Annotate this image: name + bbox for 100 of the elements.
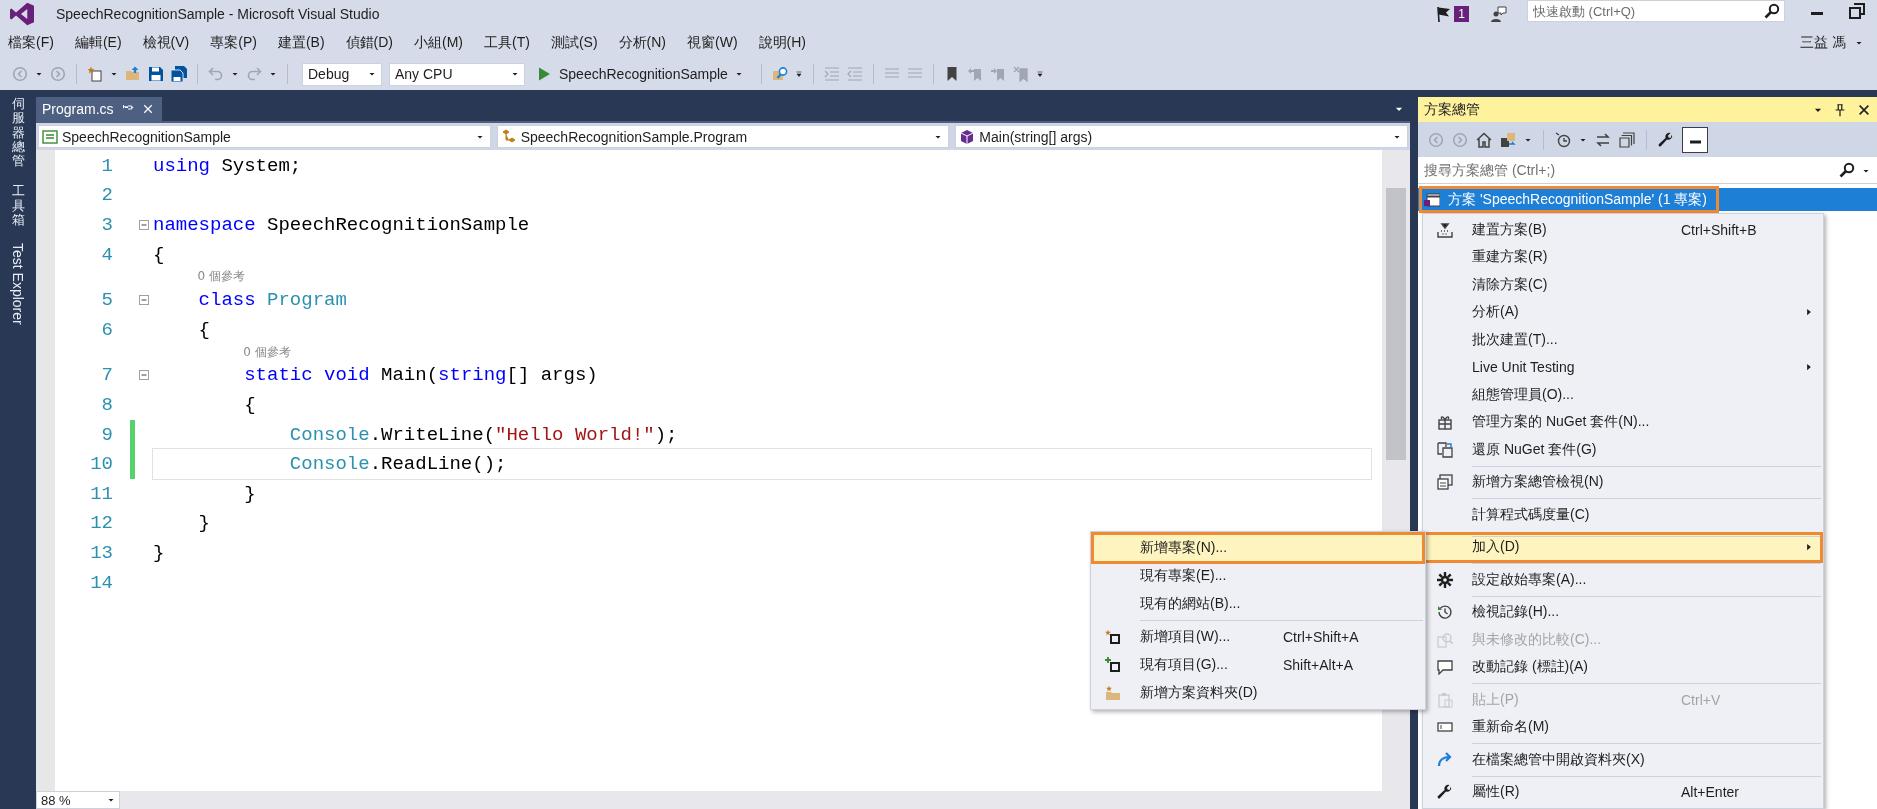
pin-icon[interactable] [1833,102,1847,117]
quick-launch-field[interactable]: 快速啟動 (Ctrl+Q) [1527,0,1785,22]
menu-item[interactable]: Live Unit Testing [1425,353,1821,381]
menu-item[interactable]: 新增方案資料夾(D) [1093,679,1423,707]
menu-item[interactable]: 清除方案(C) [1425,271,1821,299]
menu-item[interactable]: 批次建置(T)... [1425,326,1821,354]
code-line: Console.WriteLine("Hello World!"); [288,422,679,448]
solution-icon [1424,191,1440,208]
swap-arrows-icon[interactable] [1595,131,1611,148]
clock-icon[interactable] [1555,131,1571,148]
caret-icon [734,70,743,78]
user-account-name[interactable]: 三益 馮 [1800,34,1846,52]
line-number: 8 [101,393,113,416]
tree-item[interactable]: 方案 'SpeechRecognitionSample' (1 專案) [1418,188,1877,211]
history-icon [1437,604,1453,621]
codelens-reference-count[interactable]: 0 個參考 [243,343,291,361]
code-line: class Program [197,288,348,314]
navigation-dropdown[interactable]: SpeechRecognitionSample [38,125,491,148]
restore-icon[interactable] [1849,3,1865,19]
overflow-icon[interactable] [794,70,803,78]
menu-item[interactable]: 視窗(W) [687,34,738,52]
menu-item[interactable]: 建置方案(B) Ctrl+Shift+B [1425,216,1821,244]
close-icon[interactable] [141,103,154,115]
menu-item[interactable]: 改動記錄 (標註)(A) [1425,653,1821,681]
menu-item[interactable]: 還原 NuGet 套件(G) [1425,436,1821,464]
menu-item[interactable]: 新增專案(N)... [1093,534,1423,562]
menu-item[interactable]: 偵錯(D) [345,34,393,52]
menu-item[interactable]: 重建方案(R) [1425,243,1821,271]
collapse-toggle-icon[interactable] [137,369,150,382]
search-icon[interactable] [1839,162,1855,178]
navigation-dropdown[interactable]: Main(string[] args) [955,125,1408,148]
platform-dropdown[interactable]: Any CPU [389,62,525,86]
menu-item[interactable]: 檢視(V) [142,34,190,52]
caret-icon [107,796,115,804]
save-icon[interactable] [148,66,164,82]
line-number: 1 [101,154,113,177]
side-tab[interactable]: 工具箱 [11,184,25,228]
caret-icon[interactable] [1855,39,1863,47]
clipboard-icon [1437,691,1453,708]
overflow-icon[interactable] [1035,70,1044,78]
menu-item[interactable]: 管理方案的 NuGet 套件(N)... [1425,408,1821,436]
menu-item[interactable]: 小組(M) [414,34,463,52]
find-in-files-icon[interactable] [771,66,788,82]
side-tab[interactable]: Test Explorer [10,243,26,326]
collapse-all-icon[interactable] [1619,131,1635,148]
menu-item[interactable]: 檔案(F) [8,34,54,52]
new-project-icon[interactable] [87,66,103,82]
file-icon [42,128,58,145]
line-number: 11 [90,482,113,505]
search-icon[interactable] [1764,3,1780,19]
configuration-dropdown[interactable]: Debug [302,62,382,86]
close-icon[interactable] [1857,102,1871,117]
notification-badge[interactable]: 1 [1454,6,1469,22]
caret-icon[interactable] [1862,167,1870,175]
caret-icon [511,70,519,78]
menu-item[interactable]: 現有項目(G)... Shift+Alt+A [1093,651,1423,679]
caret-icon[interactable] [231,70,239,78]
caret-icon[interactable] [35,70,43,78]
menu-item[interactable]: 分析(N) [618,34,666,52]
home-icon[interactable] [1476,131,1492,148]
menu-item[interactable]: 分析(A) [1425,298,1821,326]
line-number: 9 [101,423,113,446]
feedback-person-icon[interactable] [1491,6,1507,22]
menu-item[interactable]: 測試(S) [550,34,598,52]
settings-icon [1437,571,1453,588]
menu-item[interactable]: 說明(H) [758,34,806,52]
download-tray-icon [1437,221,1453,238]
navigation-dropdown[interactable]: SpeechRecognitionSample.Program [496,125,950,148]
speech-bubble-icon [1437,659,1453,676]
zoom-dropdown[interactable]: 88 % [36,791,120,809]
line-number: 10 [90,453,113,476]
start-button[interactable]: SpeechRecognitionSample [532,66,747,82]
curved-arrow-icon [1437,751,1453,768]
panel-title: 方案總管 [1424,100,1480,119]
caret-icon[interactable] [110,70,118,78]
line-number: 13 [90,541,113,564]
side-tab[interactable]: 伺服器總管 [11,97,25,169]
open-folder-icon[interactable] [125,66,141,82]
collapse-toggle-icon[interactable] [137,294,150,307]
code-line: } [197,511,211,537]
code-line: { [243,392,257,418]
line-number: 5 [101,289,113,312]
menu-item[interactable]: 專案(P) [210,34,257,52]
menu-item[interactable]: 建置(B) [277,34,325,52]
menu-item[interactable]: 工具(T) [484,34,530,52]
menu-item[interactable]: 組態管理員(O)... [1425,381,1821,409]
menu-item[interactable]: 加入(D) [1425,533,1821,561]
menu-item[interactable]: 現有專案(E)... [1093,562,1423,590]
code-line: } [243,481,257,507]
search-field[interactable]: 搜尋方案總管 (Ctrl+;) [1418,157,1877,184]
menu-item[interactable]: 重新命名(M) [1425,713,1821,741]
menu-item[interactable]: 編輯(E) [74,34,122,52]
wrench-icon[interactable] [1658,131,1674,148]
save-all-icon[interactable] [171,66,187,82]
codelens-reference-count[interactable]: 0 個參考 [197,268,246,286]
collapse-toggle-icon[interactable] [137,219,150,231]
visual-studio-logo-icon [10,2,34,26]
menu-item[interactable]: 現有的網站(B)... [1093,590,1423,618]
document-tab[interactable]: Program.cs [36,97,162,121]
caret-icon[interactable] [269,70,277,78]
